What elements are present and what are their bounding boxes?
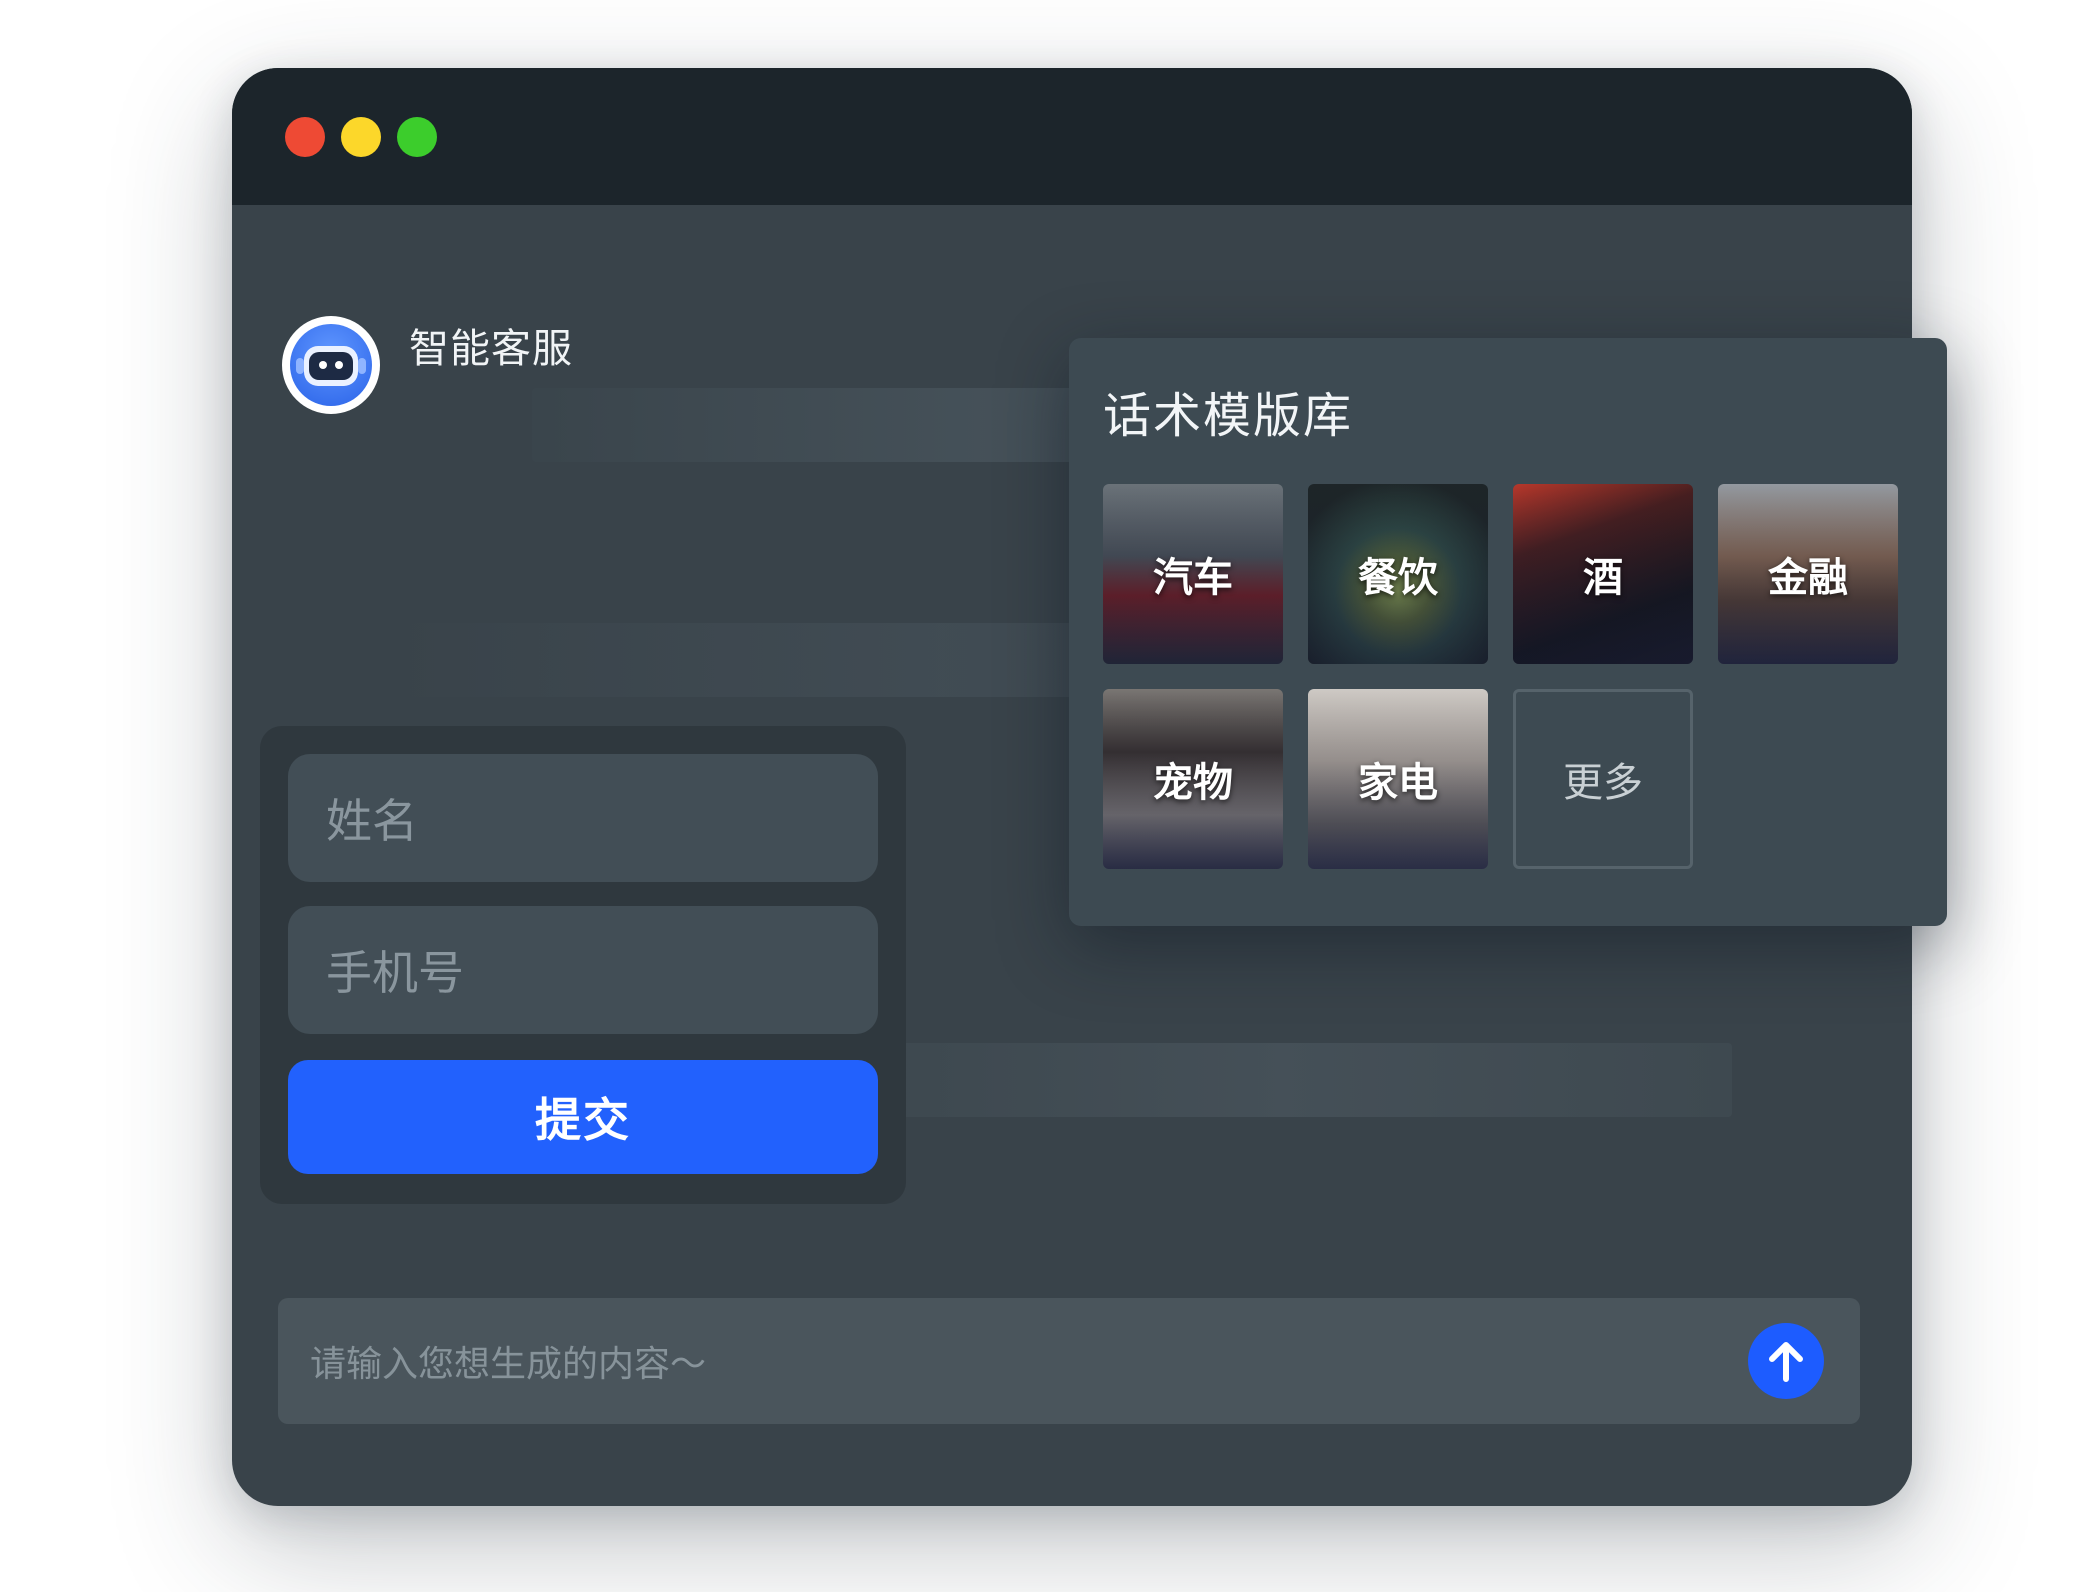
robot-ear xyxy=(358,358,366,374)
message-placeholder-bar xyxy=(832,1043,1732,1117)
name-input[interactable]: 姓名 xyxy=(288,754,878,882)
template-label: 宠物 xyxy=(1153,760,1233,806)
minimize-window-button[interactable] xyxy=(341,117,381,157)
submit-button[interactable]: 提交 xyxy=(288,1060,878,1174)
lead-form: 姓名 手机号 提交 xyxy=(260,726,906,1204)
template-tile-appliances[interactable]: 家电 xyxy=(1308,689,1488,869)
template-tile-wine[interactable]: 酒 xyxy=(1513,484,1693,664)
template-tile-pets[interactable]: 宠物 xyxy=(1103,689,1283,869)
arrow-up-icon xyxy=(1769,1342,1803,1382)
robot-eye xyxy=(335,361,343,369)
template-label: 家电 xyxy=(1358,760,1438,806)
template-tile-finance[interactable]: 金融 xyxy=(1718,484,1898,664)
send-button[interactable] xyxy=(1748,1323,1824,1399)
title-bar xyxy=(232,68,1912,205)
bot-name: 智能客服 xyxy=(409,326,573,372)
robot-screen xyxy=(309,352,353,380)
bot-avatar xyxy=(282,316,380,414)
robot-ear xyxy=(296,358,304,374)
chat-input[interactable]: 请输入您想生成的内容～ xyxy=(278,1298,1860,1424)
template-library-panel: 话术模版库 汽车 餐饮 酒 金融 宠物 家电 更多 xyxy=(1069,338,1947,926)
template-tile-more[interactable]: 更多 xyxy=(1513,689,1693,869)
template-tile-catering[interactable]: 餐饮 xyxy=(1308,484,1488,664)
maximize-window-button[interactable] xyxy=(397,117,437,157)
template-label: 金融 xyxy=(1768,555,1848,601)
close-window-button[interactable] xyxy=(285,117,325,157)
robot-eye xyxy=(319,361,327,369)
template-label: 餐饮 xyxy=(1358,555,1438,601)
template-label: 酒 xyxy=(1583,555,1623,601)
template-label: 更多 xyxy=(1563,760,1643,806)
phone-input[interactable]: 手机号 xyxy=(288,906,878,1034)
template-tile-auto[interactable]: 汽车 xyxy=(1103,484,1283,664)
template-label: 汽车 xyxy=(1153,555,1233,601)
panel-title: 话术模版库 xyxy=(1103,388,1354,444)
chat-input-placeholder: 请输入您想生成的内容～ xyxy=(310,1344,707,1385)
